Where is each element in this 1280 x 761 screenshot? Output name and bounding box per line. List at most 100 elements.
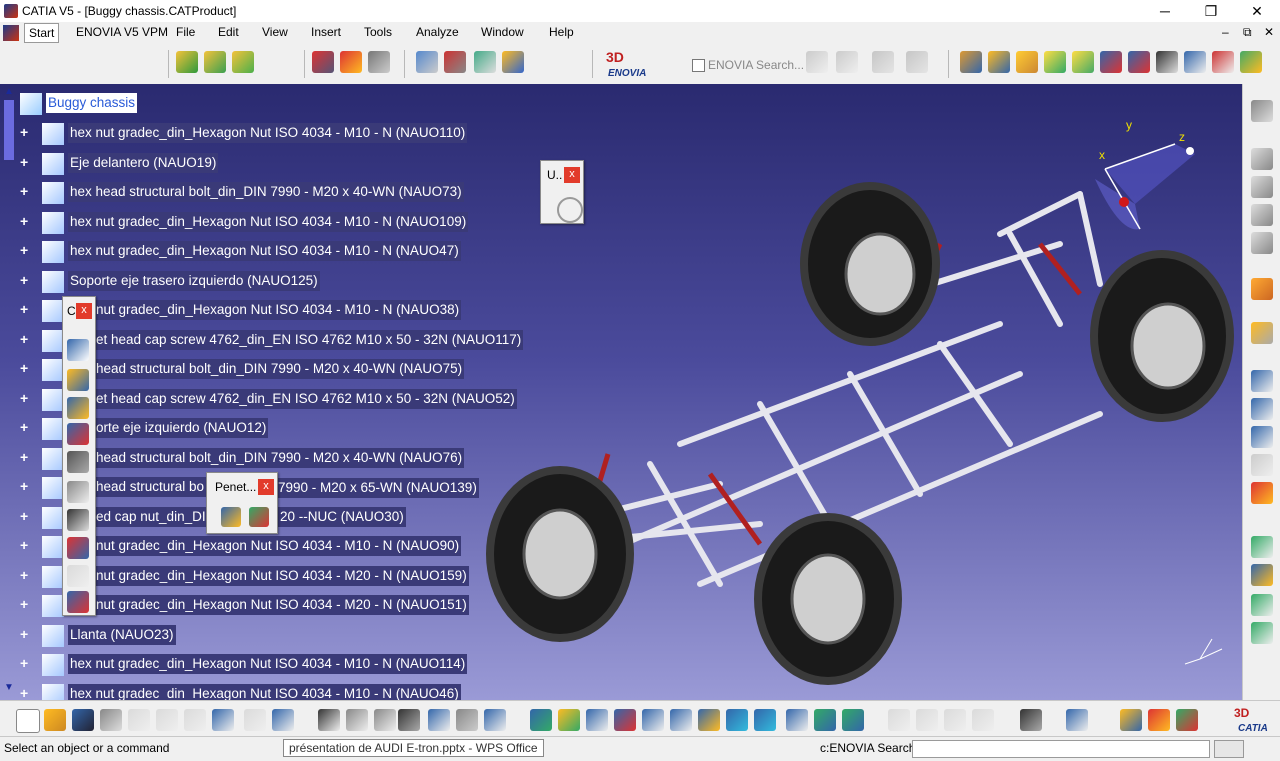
tree-item-label[interactable]: hex nut gradec_din_Hexagon Nut ISO 4034 … <box>68 654 468 674</box>
expand-plus-icon[interactable]: + <box>20 391 31 405</box>
menu-edit[interactable]: Edit <box>218 25 239 39</box>
expand-plus-icon[interactable]: + <box>20 450 31 464</box>
list-icon[interactable] <box>1251 232 1273 254</box>
expand-plus-icon[interactable]: + <box>20 155 31 169</box>
expand-plus-icon[interactable]: + <box>20 656 31 670</box>
enovia-search-checkbox[interactable] <box>692 59 705 72</box>
manipulate-icon[interactable] <box>1066 709 1088 731</box>
rotate-icon[interactable] <box>614 709 636 731</box>
expand-plus-icon[interactable]: + <box>20 538 31 552</box>
assembly-constraint-icon[interactable] <box>176 51 198 73</box>
floating-u-close-button[interactable]: x <box>564 167 580 183</box>
settings-gear-icon[interactable] <box>1251 100 1273 122</box>
catia-app-icon[interactable] <box>4 4 18 18</box>
reuse-pattern-icon[interactable] <box>67 591 89 613</box>
menu-start[interactable]: Start <box>24 23 60 43</box>
expand-plus-icon[interactable]: + <box>20 597 31 611</box>
sketch-icon[interactable] <box>1251 482 1273 504</box>
angle-constraint-icon[interactable] <box>67 423 89 445</box>
lock-icon[interactable] <box>456 709 478 731</box>
expand-plus-icon[interactable]: + <box>20 302 31 316</box>
multi-view-icon[interactable] <box>726 709 748 731</box>
formula-icon[interactable] <box>318 709 340 731</box>
sectioning-icon[interactable] <box>988 51 1010 73</box>
tree-item-label[interactable]: nut gradec_din_Hexagon Nut ISO 4034 - M1… <box>94 536 462 556</box>
tree-item-label[interactable]: head structural bolt_din_DIN 7990 - M20 … <box>94 359 465 379</box>
minimize-button[interactable]: ─ <box>1142 0 1188 22</box>
tree-item-label[interactable]: et head cap screw 4762_din_EN ISO 4762 M… <box>94 388 517 409</box>
tree-item-label[interactable]: hex nut gradec_din_Hexagon Nut ISO 4034 … <box>68 241 461 261</box>
doc-restore-button[interactable]: ⧉ <box>1243 25 1252 40</box>
expand-plus-icon[interactable]: + <box>20 509 31 523</box>
pan-icon[interactable] <box>586 709 608 731</box>
maximize-button[interactable]: ❐ <box>1188 0 1234 22</box>
hide-show-icon[interactable] <box>814 709 836 731</box>
menu-enovia-vpm[interactable]: ENOVIA V5 VPM <box>76 25 168 39</box>
tree-scrollbar[interactable]: ▲ ▼ <box>2 86 16 698</box>
catalog-icon[interactable] <box>1251 148 1273 170</box>
save-icon[interactable] <box>72 709 94 731</box>
component-icon[interactable] <box>1251 536 1273 558</box>
generate-numbering-icon[interactable] <box>368 51 390 73</box>
scroll-thumb[interactable] <box>4 100 14 160</box>
distance-analysis-icon[interactable] <box>1016 51 1038 73</box>
penetration-icon[interactable] <box>221 507 241 527</box>
open-icon[interactable] <box>44 709 66 731</box>
parameter-set-icon[interactable] <box>484 709 506 731</box>
menu-insert[interactable]: Insert <box>311 25 341 39</box>
normal-view-icon[interactable] <box>698 709 720 731</box>
scroll-down-arrow-icon[interactable]: ▼ <box>2 682 16 696</box>
expand-plus-icon[interactable]: + <box>20 273 31 287</box>
tree-item-label[interactable]: et head cap screw 4762_din_EN ISO 4762 M… <box>94 329 524 350</box>
menu-help[interactable]: Help <box>549 25 574 39</box>
doc-close-button[interactable]: ✕ <box>1264 25 1274 39</box>
knowledge-templates-icon[interactable] <box>1176 709 1198 731</box>
comment-icon[interactable] <box>374 709 396 731</box>
tree-root-label[interactable]: Buggy chassis <box>46 93 138 113</box>
measure-item-icon[interactable] <box>1128 51 1150 73</box>
bill-of-material-icon[interactable] <box>1212 51 1234 73</box>
explode-icon[interactable] <box>474 51 496 73</box>
swap-visible-space-icon[interactable] <box>842 709 864 731</box>
fix-together-icon[interactable] <box>67 481 89 503</box>
expand-plus-icon[interactable]: + <box>20 214 31 228</box>
existing-component-icon[interactable] <box>204 51 226 73</box>
tree-item-label[interactable]: nut gradec_din_Hexagon Nut ISO 4034 - M1… <box>94 300 462 320</box>
tree-item-label-tail[interactable]: 7990 - M20 x 65-WN (NAUO139) <box>276 478 479 498</box>
menu-window[interactable]: Window <box>481 25 524 39</box>
contact-constraint-icon[interactable] <box>67 369 89 391</box>
tree-item-label[interactable]: head structural bolt_din_DIN 7990 - M20 … <box>94 447 465 468</box>
user-selection-filter-icon[interactable] <box>1251 322 1273 344</box>
line-icon[interactable] <box>1251 426 1273 448</box>
enovia-search-button[interactable] <box>1214 740 1244 758</box>
law-icon[interactable] <box>428 709 450 731</box>
offset-constraint-icon[interactable] <box>67 397 89 419</box>
tree-item-label[interactable]: Eje delantero (NAUO19) <box>68 152 219 173</box>
menu-analyze[interactable]: Analyze <box>416 25 459 39</box>
quick-constraint-icon[interactable] <box>67 509 89 531</box>
tree-item-label[interactable]: nut gradec_din_Hexagon Nut ISO 4034 - M2… <box>94 595 469 615</box>
design-table-icon[interactable] <box>398 709 420 731</box>
compass-widget[interactable] <box>1095 143 1195 230</box>
fix-component-icon[interactable] <box>67 451 89 473</box>
graph-tree-reordering-icon[interactable] <box>340 51 362 73</box>
stop-manipulate-icon[interactable] <box>502 51 524 73</box>
update-icon[interactable] <box>1072 51 1094 73</box>
flexible-rigid-icon[interactable] <box>67 537 89 559</box>
new-icon[interactable] <box>16 709 40 733</box>
sheet-icon[interactable] <box>1251 176 1273 198</box>
expand-plus-icon[interactable]: + <box>20 627 31 641</box>
tree-item-label[interactable]: head structural bo <box>94 477 207 497</box>
expand-plus-icon[interactable]: + <box>20 420 31 434</box>
expand-plus-icon[interactable]: + <box>20 332 31 346</box>
document-icon[interactable] <box>3 25 19 41</box>
existing-part-icon[interactable] <box>1251 622 1273 644</box>
whats-this-icon[interactable] <box>272 709 294 731</box>
product-insert-icon[interactable] <box>1251 564 1273 586</box>
penetration-analysis-icon[interactable] <box>249 507 269 527</box>
menu-tools[interactable]: Tools <box>364 25 392 39</box>
select-arrow-icon[interactable] <box>1251 278 1273 300</box>
floating-c-close-button[interactable]: x <box>76 303 92 319</box>
tree-item-label[interactable]: nut gradec_din_Hexagon Nut ISO 4034 - M2… <box>94 565 469 586</box>
measure-between-icon[interactable] <box>1100 51 1122 73</box>
